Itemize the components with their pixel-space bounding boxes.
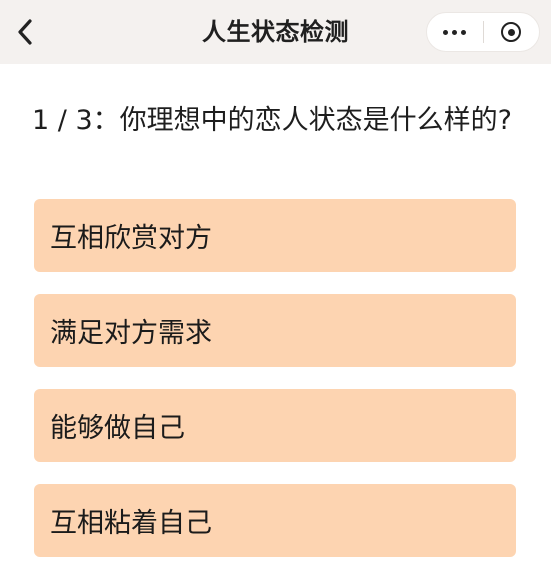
- mini-program-capsule: [426, 12, 540, 52]
- answer-options: 互相欣赏对方 满足对方需求 能够做自己 互相粘着自己: [34, 199, 516, 557]
- close-mini-program-button[interactable]: [483, 13, 539, 51]
- quiz-page: 人生状态检测 1 / 3：你理想中的恋人状态是什么样的? 互相欣赏对方 满足对方…: [0, 0, 551, 573]
- more-dots-icon: [443, 29, 467, 35]
- answer-option-4[interactable]: 互相粘着自己: [34, 484, 516, 557]
- answer-option-2[interactable]: 满足对方需求: [34, 294, 516, 367]
- back-button[interactable]: [8, 13, 42, 51]
- answer-option-3[interactable]: 能够做自己: [34, 389, 516, 462]
- more-button[interactable]: [427, 13, 483, 51]
- page-title: 人生状态检测: [202, 18, 349, 46]
- question-text: 1 / 3：你理想中的恋人状态是什么样的?: [32, 105, 512, 136]
- target-circle-icon: [501, 22, 522, 42]
- top-navigation-bar: 人生状态检测: [0, 0, 551, 64]
- chevron-left-icon: [18, 19, 32, 45]
- answer-option-1[interactable]: 互相欣赏对方: [34, 199, 516, 272]
